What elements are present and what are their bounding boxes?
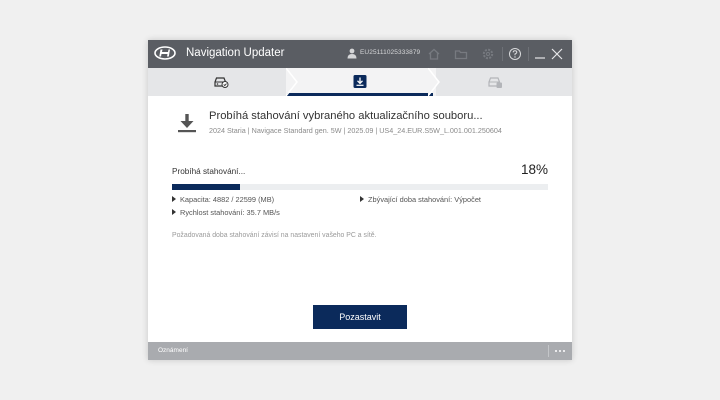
toolbar-divider: [528, 47, 529, 61]
step-divider-chevron: [286, 68, 298, 96]
more-dots-icon[interactable]: [554, 347, 566, 355]
notifications-label: Oznámení: [158, 347, 188, 354]
user-id: EU25111025333879: [360, 49, 421, 56]
capacity-text: Kapacita: 4882 / 22599 (MB): [180, 195, 275, 204]
remaining-time-info: Zbývající doba stahování: Výpočet: [360, 195, 481, 204]
remaining-time-text: Zbývající doba stahování: Výpočet: [368, 195, 481, 204]
toolbar-divider: [502, 47, 503, 61]
minimize-icon[interactable]: [533, 47, 547, 61]
brand-logo-icon: [154, 46, 176, 60]
bullet-arrow-icon: [172, 209, 176, 215]
step-divider-chevron: [428, 68, 440, 96]
download-status-label: Probíhá stahování...: [172, 167, 246, 176]
progress-percent: 18%: [520, 162, 548, 177]
active-step-indicator: [287, 93, 433, 96]
help-icon[interactable]: [508, 47, 522, 61]
user-icon: [347, 48, 357, 59]
speed-info: Rychlost stahování: 35.7 MB/s: [172, 208, 280, 217]
download-arrow-icon: [178, 114, 196, 133]
notification-bar[interactable]: Oznámení: [148, 342, 572, 360]
download-icon: [353, 75, 367, 88]
folder-icon[interactable]: [454, 47, 468, 61]
speed-text: Rychlost stahování: 35.7 MB/s: [180, 208, 280, 217]
close-icon[interactable]: [550, 47, 564, 61]
download-heading: Probíhá stahování vybraného aktualizační…: [209, 110, 483, 122]
step-bar: [148, 68, 572, 96]
update-file-details: 2024 Staria | Navigace Standard gen. 5W …: [209, 126, 502, 135]
progress-bar-fill: [172, 184, 240, 190]
progress-bar: [172, 184, 548, 190]
app-title: Navigation Updater: [186, 47, 285, 59]
home-icon[interactable]: [427, 47, 441, 61]
footer-divider: [548, 345, 549, 357]
car-install-icon: [488, 77, 502, 88]
car-search-icon: [214, 77, 229, 88]
pause-button[interactable]: Pozastavit: [313, 305, 407, 329]
settings-icon[interactable]: [481, 47, 495, 61]
bullet-arrow-icon: [360, 196, 364, 202]
download-time-note: Požadovaná doba stahování závisí na nast…: [172, 232, 377, 239]
bullet-arrow-icon: [172, 196, 176, 202]
title-bar: Navigation Updater EU25111025333879: [148, 40, 572, 68]
capacity-info: Kapacita: 4882 / 22599 (MB): [172, 195, 274, 204]
app-window: Navigation Updater EU25111025333879 Prob…: [148, 40, 572, 360]
